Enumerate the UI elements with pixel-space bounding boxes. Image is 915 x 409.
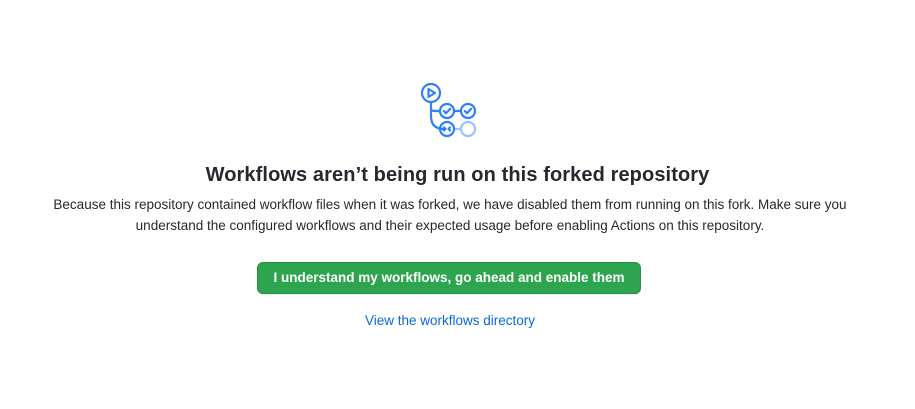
workflows-directory-link-row: View the workflows directory [0,312,900,330]
enable-workflows-button[interactable]: I understand my workflows, go ahead and … [257,262,641,294]
workflow-icon [420,82,477,138]
actions-disabled-blankslate: Workflows aren’t being run on this forke… [0,0,915,409]
page-title: Workflows aren’t being run on this forke… [205,164,710,186]
description-text: Because this repository contained workfl… [53,197,847,233]
view-workflows-directory-link[interactable]: View the workflows directory [365,313,535,328]
